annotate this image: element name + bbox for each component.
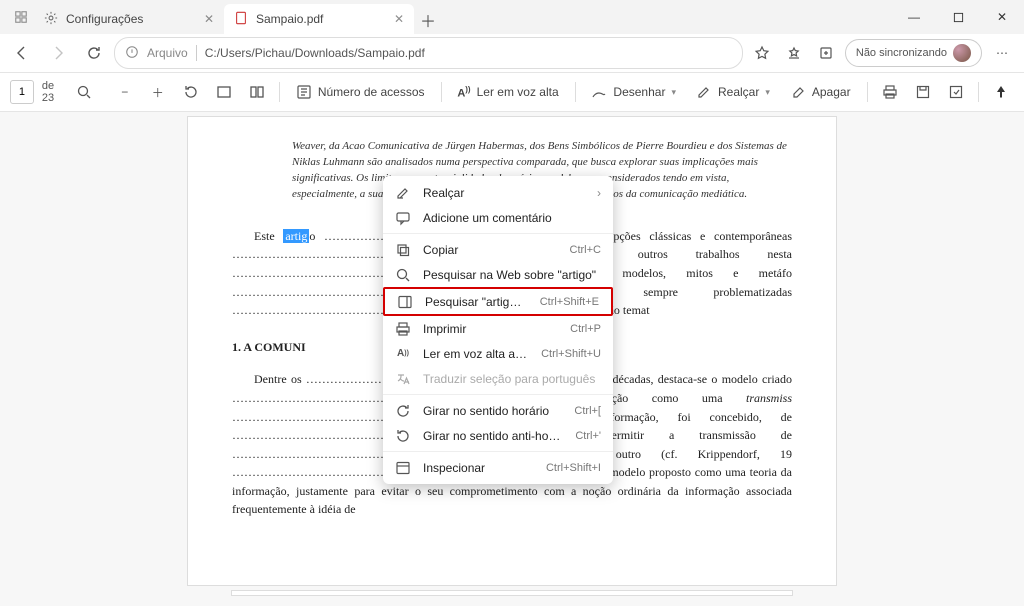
ctx-rotate-cw[interactable]: Girar no sentido horárioCtrl+[ — [383, 398, 613, 423]
back-button[interactable] — [6, 38, 38, 68]
avatar — [953, 44, 971, 62]
sync-button[interactable]: Não sincronizando — [845, 39, 982, 67]
fit-page-button[interactable] — [211, 77, 236, 107]
read-label: Ler em voz alta — [477, 85, 559, 99]
rotate-ccw-icon — [395, 428, 411, 444]
url-prefix: Arquivo — [147, 46, 188, 60]
print-button[interactable] — [877, 77, 902, 107]
tab-configuracoes[interactable]: Configurações ✕ — [34, 4, 224, 34]
search-icon — [395, 267, 411, 283]
more-button[interactable]: ⋯ — [986, 38, 1018, 68]
access-count-button[interactable]: Número de acessos — [290, 79, 431, 105]
erase-button[interactable]: Apagar — [784, 79, 857, 105]
sidebar-search-icon — [397, 294, 413, 310]
tab-actions-icon[interactable] — [14, 10, 28, 24]
sync-label: Não sincronizando — [856, 47, 947, 59]
pin-toolbar-button[interactable] — [989, 77, 1014, 107]
pdf-icon — [234, 11, 248, 28]
tab-strip: Configurações ✕ Sampaio.pdf ✕ ＋ — ✕ — [0, 0, 1024, 34]
ctx-search-sidebar[interactable]: Pesquisar "artigo" na barra lateralCtrl+… — [383, 287, 613, 316]
ctx-read-aloud-from-here[interactable]: A))Ler em voz alta a partir daquiCtrl+Sh… — [383, 341, 613, 366]
forward-button[interactable] — [42, 38, 74, 68]
close-icon[interactable]: ✕ — [394, 12, 404, 26]
highlight-icon — [395, 185, 411, 201]
selection-highlight: artig — [283, 229, 309, 243]
window-close-button[interactable]: ✕ — [980, 2, 1024, 32]
rotate-button[interactable] — [178, 77, 203, 107]
highlight-button[interactable]: Realçar▾ — [690, 79, 776, 105]
favorites-icon[interactable] — [747, 38, 777, 68]
print-icon — [395, 321, 411, 337]
ctx-print[interactable]: ImprimirCtrl+P — [383, 316, 613, 341]
window-minimize-button[interactable]: — — [892, 2, 936, 32]
page-number-input[interactable]: 1 — [10, 80, 34, 104]
comment-icon — [395, 210, 411, 226]
rotate-cw-icon — [395, 403, 411, 419]
url-field[interactable]: Arquivo C:/Users/Pichau/Downloads/Sampai… — [114, 37, 743, 69]
inspect-icon — [395, 460, 411, 476]
find-icon[interactable] — [71, 77, 96, 107]
draw-button[interactable]: Desenhar▾ — [585, 79, 682, 105]
zoom-out-button[interactable]: − — [112, 77, 137, 107]
ctx-copy[interactable]: CopiarCtrl+C — [383, 237, 613, 262]
new-tab-button[interactable]: ＋ — [414, 6, 442, 34]
read-aloud-button[interactable]: A))Ler em voz alta — [451, 79, 564, 105]
draw-label: Desenhar — [613, 85, 665, 99]
save-button[interactable] — [910, 77, 935, 107]
window-maximize-button[interactable] — [936, 2, 980, 32]
gear-icon — [44, 11, 58, 28]
pdf-page — [231, 590, 793, 596]
address-bar: Arquivo C:/Users/Pichau/Downloads/Sampai… — [0, 34, 1024, 73]
translate-icon — [395, 371, 411, 387]
refresh-button[interactable] — [78, 38, 110, 68]
ctx-translate: Traduzir seleção para português — [383, 366, 613, 391]
page-total: de 23 — [42, 80, 63, 104]
access-label: Número de acessos — [318, 85, 425, 99]
ctx-add-comment[interactable]: Adicione um comentário — [383, 205, 613, 230]
favorites-bar-icon[interactable] — [779, 38, 809, 68]
highlight-label: Realçar — [718, 85, 759, 99]
pdf-toolbar: 1 de 23 − ＋ Número de acessos A))Ler em … — [0, 73, 1024, 112]
save-as-button[interactable] — [943, 77, 968, 107]
ctx-inspect[interactable]: InspecionarCtrl+Shift+I — [383, 455, 613, 480]
copy-icon — [395, 242, 411, 258]
collections-icon[interactable] — [811, 38, 841, 68]
erase-label: Apagar — [812, 85, 851, 99]
zoom-in-button[interactable]: ＋ — [145, 77, 170, 107]
close-icon[interactable]: ✕ — [204, 12, 214, 26]
page-view-button[interactable] — [244, 77, 269, 107]
tab-sampaio-pdf[interactable]: Sampaio.pdf ✕ — [224, 4, 414, 34]
tab-label: Sampaio.pdf — [256, 12, 323, 26]
chevron-right-icon: › — [597, 186, 601, 200]
ctx-rotate-ccw[interactable]: Girar no sentido anti-horárioCtrl+' — [383, 423, 613, 448]
ctx-search-web[interactable]: Pesquisar na Web sobre "artigo" — [383, 262, 613, 287]
tab-label: Configurações — [66, 12, 143, 26]
read-aloud-icon: A)) — [395, 346, 411, 362]
file-icon — [125, 45, 139, 62]
url-path: C:/Users/Pichau/Downloads/Sampaio.pdf — [205, 46, 425, 60]
context-menu: Realçar› Adicione um comentário CopiarCt… — [383, 176, 613, 484]
ctx-highlight[interactable]: Realçar› — [383, 180, 613, 205]
